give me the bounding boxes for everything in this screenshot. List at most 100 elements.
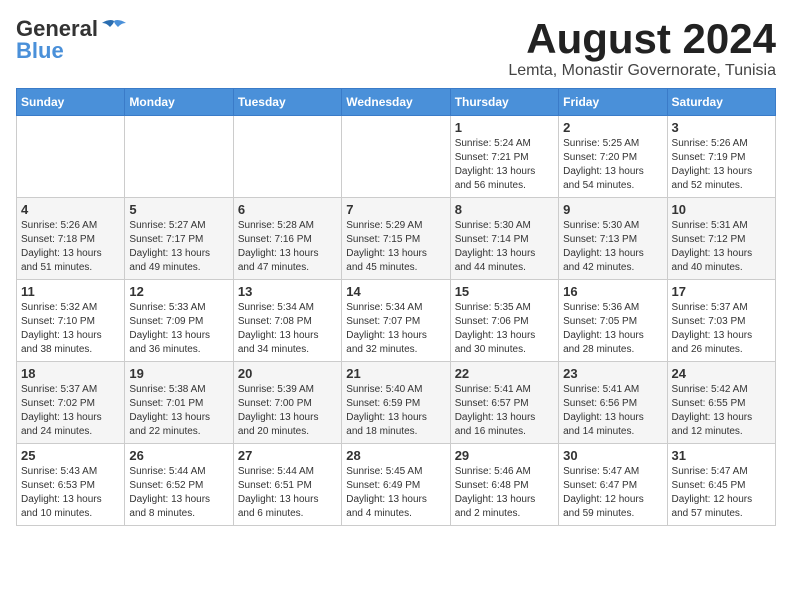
- calendar-cell: 15 Sunrise: 5:35 AMSunset: 7:06 PMDayligh…: [450, 280, 558, 362]
- calendar-header-row: Sunday Monday Tuesday Wednesday Thursday…: [17, 89, 776, 116]
- calendar-cell: 25Sunrise: 5:43 AMSunset: 6:53 PMDayligh…: [17, 444, 125, 526]
- day-number: 10: [672, 202, 771, 217]
- day-info: Sunrise: 5:29 AMSunset: 7:15 PMDaylight:…: [346, 219, 445, 275]
- week-row-3: 11Sunrise: 5:32 AMSunset: 7:10 PMDayligh…: [17, 280, 776, 362]
- calendar-cell: 31 Sunrise: 5:47 AMSunset: 6:45 PMDayligh…: [667, 444, 775, 526]
- day-number: 27: [238, 448, 337, 463]
- header-thursday: Thursday: [450, 89, 558, 116]
- header-tuesday: Tuesday: [233, 89, 341, 116]
- week-row-1: 1 Sunrise: 5:24 AMSunset: 7:21 PMDaylight…: [17, 116, 776, 198]
- day-number: 25: [21, 448, 120, 463]
- calendar-cell: 10 Sunrise: 5:31 AMSunset: 7:12 PMDayligh…: [667, 198, 775, 280]
- day-info: Sunrise: 5:28 AMSunset: 7:16 PMDaylight:…: [238, 219, 337, 275]
- calendar-cell: 2 Sunrise: 5:25 AMSunset: 7:20 PMDaylight…: [559, 116, 667, 198]
- page-header: General Blue August 2024 Lemta, Monastir…: [16, 16, 776, 80]
- day-number: 1: [455, 120, 554, 135]
- day-info: Sunrise: 5:41 AMSunset: 6:57 PMDaylight:…: [455, 383, 554, 439]
- calendar-cell: 30Sunrise: 5:47 AMSunset: 6:47 PMDayligh…: [559, 444, 667, 526]
- calendar-title: August 2024: [508, 16, 776, 62]
- day-number: 21: [346, 366, 445, 381]
- day-number: 16: [563, 284, 662, 299]
- calendar-cell: [125, 116, 233, 198]
- day-number: 19: [129, 366, 228, 381]
- logo: General Blue: [16, 16, 128, 64]
- day-info: Sunrise: 5:46 AMSunset: 6:48 PMDaylight:…: [455, 465, 554, 521]
- day-info: Sunrise: 5:38 AMSunset: 7:01 PMDaylight:…: [129, 383, 228, 439]
- day-info: Sunrise: 5:44 AMSunset: 6:52 PMDaylight:…: [129, 465, 228, 521]
- calendar-cell: 23Sunrise: 5:41 AMSunset: 6:56 PMDayligh…: [559, 362, 667, 444]
- calendar-cell: 5Sunrise: 5:27 AMSunset: 7:17 PMDaylight…: [125, 198, 233, 280]
- day-number: 20: [238, 366, 337, 381]
- day-number: 22: [455, 366, 554, 381]
- calendar-cell: 12 Sunrise: 5:33 AMSunset: 7:09 PMDayligh…: [125, 280, 233, 362]
- day-info: Sunrise: 5:32 AMSunset: 7:10 PMDaylight:…: [21, 301, 120, 357]
- calendar-cell: 13Sunrise: 5:34 AMSunset: 7:08 PMDayligh…: [233, 280, 341, 362]
- day-info: Sunrise: 5:40 AMSunset: 6:59 PMDaylight:…: [346, 383, 445, 439]
- day-info: Sunrise: 5:35 AMSunset: 7:06 PMDaylight:…: [455, 301, 554, 357]
- day-number: 28: [346, 448, 445, 463]
- calendar-cell: 7 Sunrise: 5:29 AMSunset: 7:15 PMDaylight…: [342, 198, 450, 280]
- calendar-cell: 22 Sunrise: 5:41 AMSunset: 6:57 PMDayligh…: [450, 362, 558, 444]
- day-number: 6: [238, 202, 337, 217]
- calendar-table: Sunday Monday Tuesday Wednesday Thursday…: [16, 88, 776, 526]
- calendar-cell: 21 Sunrise: 5:40 AMSunset: 6:59 PMDayligh…: [342, 362, 450, 444]
- day-number: 5: [129, 202, 228, 217]
- calendar-cell: 8 Sunrise: 5:30 AMSunset: 7:14 PMDaylight…: [450, 198, 558, 280]
- day-number: 31: [672, 448, 771, 463]
- calendar-cell: 27 Sunrise: 5:44 AMSunset: 6:51 PMDayligh…: [233, 444, 341, 526]
- header-monday: Monday: [125, 89, 233, 116]
- day-number: 24: [672, 366, 771, 381]
- day-info: Sunrise: 5:47 AMSunset: 6:45 PMDaylight:…: [672, 465, 771, 521]
- calendar-cell: 19 Sunrise: 5:38 AMSunset: 7:01 PMDayligh…: [125, 362, 233, 444]
- day-info: Sunrise: 5:31 AMSunset: 7:12 PMDaylight:…: [672, 219, 771, 275]
- calendar-cell: 4Sunrise: 5:26 AMSunset: 7:18 PMDaylight…: [17, 198, 125, 280]
- day-info: Sunrise: 5:41 AMSunset: 6:56 PMDaylight:…: [563, 383, 662, 439]
- day-number: 4: [21, 202, 120, 217]
- day-info: Sunrise: 5:30 AMSunset: 7:13 PMDaylight:…: [563, 219, 662, 275]
- day-info: Sunrise: 5:47 AMSunset: 6:47 PMDaylight:…: [563, 465, 662, 521]
- day-info: Sunrise: 5:45 AMSunset: 6:49 PMDaylight:…: [346, 465, 445, 521]
- title-section: August 2024 Lemta, Monastir Governorate,…: [508, 16, 776, 80]
- day-info: Sunrise: 5:30 AMSunset: 7:14 PMDaylight:…: [455, 219, 554, 275]
- calendar-cell: 6 Sunrise: 5:28 AMSunset: 7:16 PMDaylight…: [233, 198, 341, 280]
- day-number: 17: [672, 284, 771, 299]
- calendar-cell: 29Sunrise: 5:46 AMSunset: 6:48 PMDayligh…: [450, 444, 558, 526]
- day-info: Sunrise: 5:36 AMSunset: 7:05 PMDaylight:…: [563, 301, 662, 357]
- day-info: Sunrise: 5:37 AMSunset: 7:02 PMDaylight:…: [21, 383, 120, 439]
- header-friday: Friday: [559, 89, 667, 116]
- calendar-cell: 11Sunrise: 5:32 AMSunset: 7:10 PMDayligh…: [17, 280, 125, 362]
- calendar-cell: [233, 116, 341, 198]
- day-number: 2: [563, 120, 662, 135]
- week-row-4: 18 Sunrise: 5:37 AMSunset: 7:02 PMDayligh…: [17, 362, 776, 444]
- calendar-cell: 24 Sunrise: 5:42 AMSunset: 6:55 PMDayligh…: [667, 362, 775, 444]
- calendar-cell: [342, 116, 450, 198]
- header-saturday: Saturday: [667, 89, 775, 116]
- day-info: Sunrise: 5:37 AMSunset: 7:03 PMDaylight:…: [672, 301, 771, 357]
- day-info: Sunrise: 5:44 AMSunset: 6:51 PMDaylight:…: [238, 465, 337, 521]
- day-number: 12: [129, 284, 228, 299]
- day-info: Sunrise: 5:25 AMSunset: 7:20 PMDaylight:…: [563, 137, 662, 193]
- calendar-cell: 18 Sunrise: 5:37 AMSunset: 7:02 PMDayligh…: [17, 362, 125, 444]
- day-info: Sunrise: 5:24 AMSunset: 7:21 PMDaylight:…: [455, 137, 554, 193]
- day-info: Sunrise: 5:34 AMSunset: 7:08 PMDaylight:…: [238, 301, 337, 357]
- day-number: 18: [21, 366, 120, 381]
- day-info: Sunrise: 5:42 AMSunset: 6:55 PMDaylight:…: [672, 383, 771, 439]
- day-number: 9: [563, 202, 662, 217]
- calendar-cell: 3Sunrise: 5:26 AMSunset: 7:19 PMDaylight…: [667, 116, 775, 198]
- calendar-cell: 20 Sunrise: 5:39 AMSunset: 7:00 PMDayligh…: [233, 362, 341, 444]
- day-number: 15: [455, 284, 554, 299]
- week-row-5: 25Sunrise: 5:43 AMSunset: 6:53 PMDayligh…: [17, 444, 776, 526]
- calendar-cell: 9 Sunrise: 5:30 AMSunset: 7:13 PMDaylight…: [559, 198, 667, 280]
- day-number: 7: [346, 202, 445, 217]
- day-number: 14: [346, 284, 445, 299]
- calendar-cell: 26Sunrise: 5:44 AMSunset: 6:52 PMDayligh…: [125, 444, 233, 526]
- day-number: 8: [455, 202, 554, 217]
- calendar-cell: 17 Sunrise: 5:37 AMSunset: 7:03 PMDayligh…: [667, 280, 775, 362]
- day-info: Sunrise: 5:33 AMSunset: 7:09 PMDaylight:…: [129, 301, 228, 357]
- day-info: Sunrise: 5:39 AMSunset: 7:00 PMDaylight:…: [238, 383, 337, 439]
- header-sunday: Sunday: [17, 89, 125, 116]
- calendar-cell: 1 Sunrise: 5:24 AMSunset: 7:21 PMDaylight…: [450, 116, 558, 198]
- calendar-cell: 16 Sunrise: 5:36 AMSunset: 7:05 PMDayligh…: [559, 280, 667, 362]
- header-wednesday: Wednesday: [342, 89, 450, 116]
- logo-blue: Blue: [16, 38, 64, 64]
